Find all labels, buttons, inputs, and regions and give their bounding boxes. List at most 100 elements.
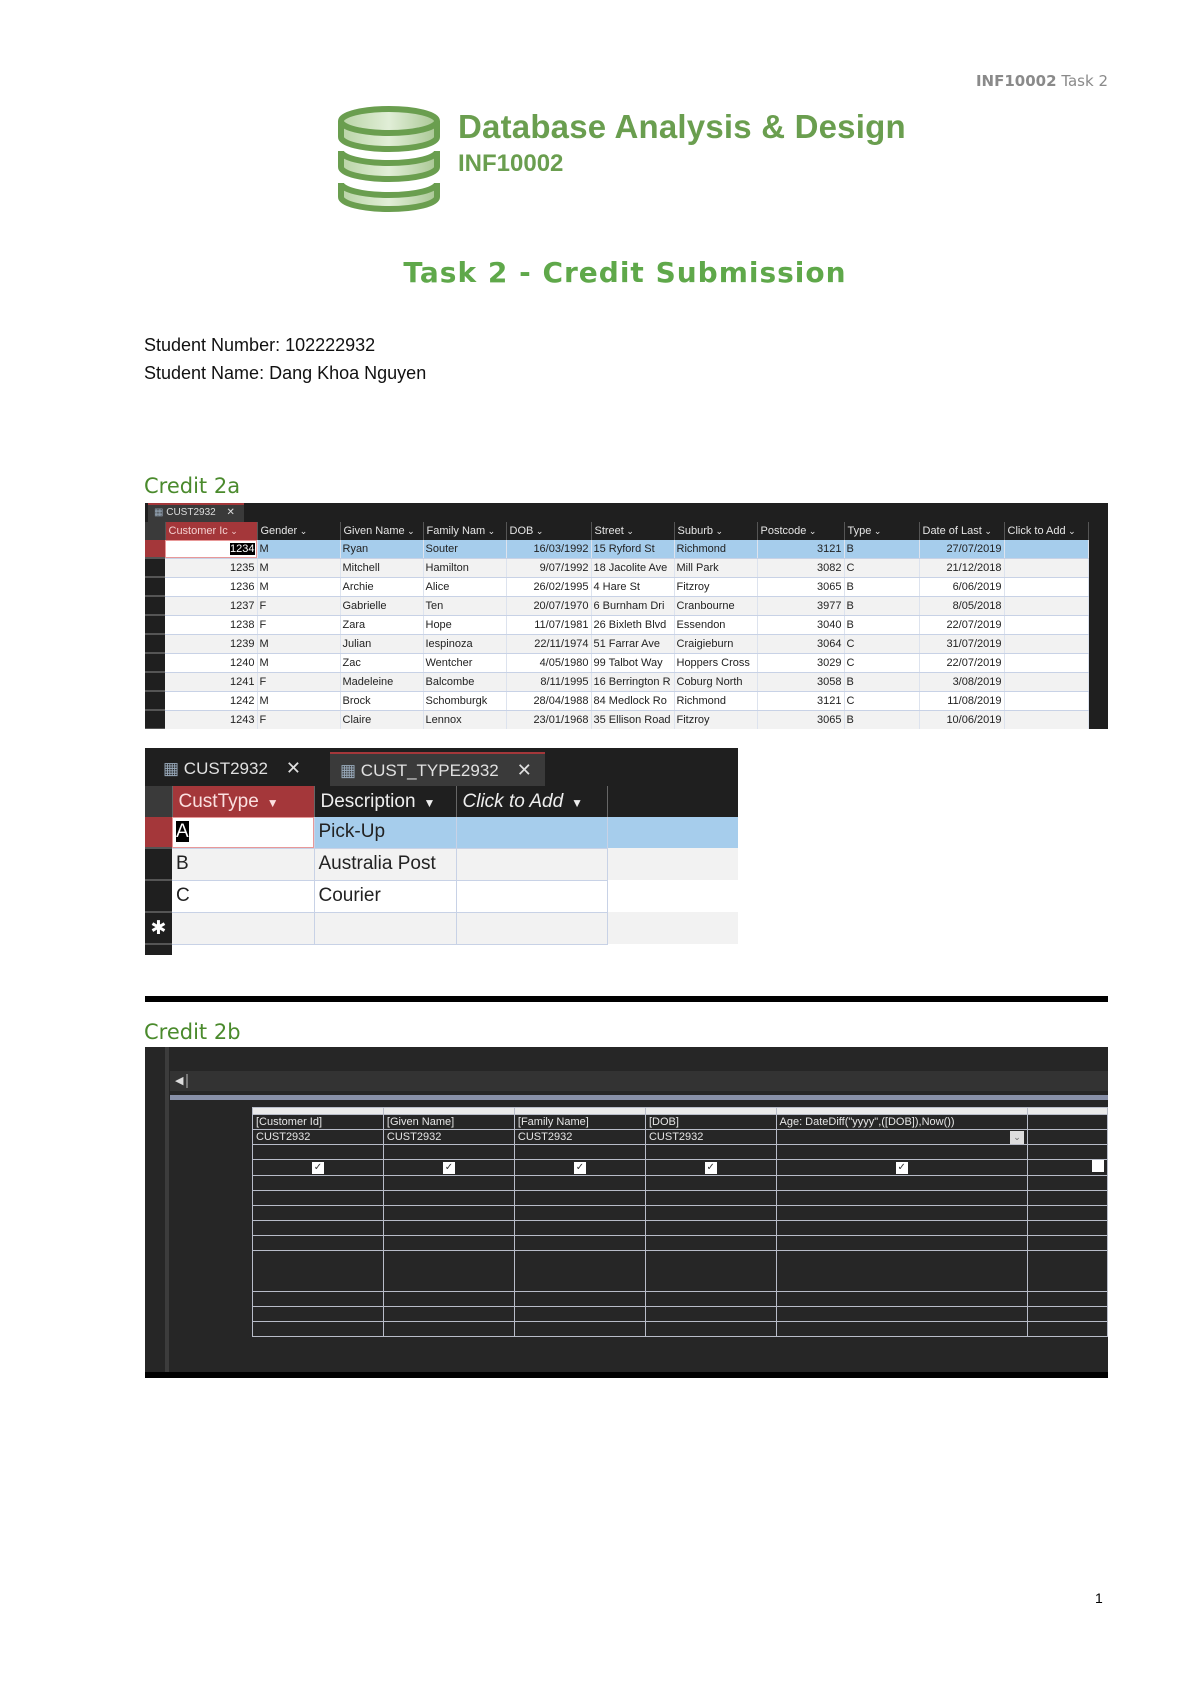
record-selector[interactable]: [145, 558, 165, 578]
record-selector[interactable]: [145, 596, 165, 616]
record-selector[interactable]: [145, 848, 172, 881]
grid-cell[interactable]: [1027, 1321, 1108, 1337]
cell-family-nam[interactable]: Ten: [423, 596, 507, 616]
cell-customer-ic[interactable]: 1238: [165, 615, 258, 635]
grid-cell[interactable]: [644, 1306, 777, 1322]
cell-gender[interactable]: M: [257, 558, 341, 578]
cell-postcode[interactable]: 3029: [757, 653, 845, 673]
grid-cell-criteria[interactable]: [252, 1175, 384, 1191]
cell-street[interactable]: 6 Burnham Dri: [591, 596, 675, 616]
cell-click-to-add[interactable]: [1004, 615, 1089, 635]
cell-dob[interactable]: 4/05/1980: [506, 653, 592, 673]
table-row[interactable]: 1242 M Brock Schomburgk 28/04/1988 84 Medlock…: [145, 691, 1089, 711]
grid-cell[interactable]: [252, 1205, 384, 1221]
cell-type[interactable]: C: [844, 653, 920, 673]
cell-dob[interactable]: 16/03/1992: [506, 540, 592, 559]
grid-cell[interactable]: [252, 1235, 384, 1251]
cell-click-to-add[interactable]: [456, 880, 608, 913]
cell-family-nam[interactable]: Hope: [423, 615, 507, 635]
column-selector[interactable]: [1027, 1107, 1108, 1115]
cell-click-to-add[interactable]: [1004, 691, 1089, 711]
dropdown-arrow-icon[interactable]: ⌄: [982, 526, 992, 536]
cell-custtype[interactable]: A: [172, 817, 315, 849]
cell-custtype[interactable]: [172, 912, 315, 945]
cell-click-to-add[interactable]: [1004, 540, 1089, 559]
grid-cell[interactable]: [644, 1250, 777, 1292]
grid-cell-field[interactable]: [Customer Id]: [252, 1114, 384, 1130]
cell-postcode[interactable]: 3065: [757, 577, 845, 597]
cell-gender[interactable]: F: [257, 672, 341, 692]
grid-cell[interactable]: [382, 1306, 515, 1322]
grid-cell[interactable]: [513, 1321, 646, 1337]
cell-customer-ic[interactable]: 1234: [165, 540, 258, 559]
cell-gender[interactable]: M: [257, 577, 341, 597]
grid-cell[interactable]: [1027, 1306, 1108, 1322]
record-selector[interactable]: [145, 691, 165, 711]
column-selector[interactable]: [252, 1107, 384, 1115]
grid-cell[interactable]: [775, 1321, 1028, 1337]
grid-cell[interactable]: [252, 1250, 384, 1292]
cell-family-nam[interactable]: Alice: [423, 577, 507, 597]
tab-cust2932[interactable]: ▦ CUST2932 ✕: [153, 752, 328, 786]
cell-postcode[interactable]: 3121: [757, 540, 845, 559]
cell-given-name[interactable]: Gabrielle: [340, 596, 424, 616]
dropdown-arrow-icon[interactable]: ⌄: [533, 526, 544, 536]
cell-customer-ic[interactable]: 1242: [165, 691, 258, 711]
cell-suburb[interactable]: Hoppers Cross: [674, 653, 758, 673]
cell-suburb[interactable]: Fitzroy: [674, 577, 758, 597]
cell-dob[interactable]: 26/02/1995: [506, 577, 592, 597]
cell-customer-ic[interactable]: 1241: [165, 672, 258, 692]
cell-postcode[interactable]: 3058: [757, 672, 845, 692]
table-row[interactable]: 1236 M Archie Alice 26/02/1995 4 Hare St Fitzr…: [145, 577, 1089, 597]
cell-gender[interactable]: F: [257, 615, 341, 635]
grid-cell[interactable]: [1027, 1235, 1108, 1251]
grid-cell-show[interactable]: [1027, 1159, 1108, 1176]
record-selector[interactable]: [145, 540, 165, 559]
grid-cell[interactable]: [252, 1306, 384, 1322]
cell-date-of-last[interactable]: 6/06/2019: [919, 577, 1005, 597]
column-header-dob[interactable]: DOB ⌄: [506, 522, 592, 540]
column-header-description[interactable]: Description ▼: [314, 786, 457, 817]
cell-given-name[interactable]: Claire: [340, 710, 424, 729]
cell-family-nam[interactable]: Hamilton: [423, 558, 507, 578]
cell-date-of-last[interactable]: 10/06/2019: [919, 710, 1005, 729]
cell-suburb[interactable]: Cranbourne: [674, 596, 758, 616]
cell-gender[interactable]: M: [257, 691, 341, 711]
cell-suburb[interactable]: Fitzroy: [674, 710, 758, 729]
cell-street[interactable]: 18 Jacolite Ave: [591, 558, 675, 578]
column-header-street[interactable]: Street ⌄: [591, 522, 675, 540]
cell-postcode[interactable]: 3064: [757, 634, 845, 654]
dropdown-arrow-icon[interactable]: ▼: [424, 796, 436, 810]
grid-cell[interactable]: [513, 1205, 646, 1221]
checkbox-checked[interactable]: ✓: [311, 1162, 324, 1174]
cell-given-name[interactable]: Archie: [340, 577, 424, 597]
table-row[interactable]: 1243 F Claire Lennox 23/01/1968 35 Ellison Ro…: [145, 710, 1089, 729]
cell-family-nam[interactable]: Lennox: [423, 710, 507, 729]
checkbox[interactable]: [1091, 1160, 1104, 1172]
dropdown-arrow-icon[interactable]: ⌄: [228, 526, 238, 536]
grid-cell-criteria[interactable]: [644, 1175, 777, 1191]
dropdown-arrow-icon[interactable]: ⌄: [485, 526, 496, 536]
cell-date-of-last[interactable]: 3/08/2019: [919, 672, 1005, 692]
scroll-thumb[interactable]: [186, 1074, 188, 1088]
cell-type[interactable]: C: [844, 558, 920, 578]
grid-cell-sort[interactable]: [644, 1144, 777, 1160]
cell-suburb[interactable]: Essendon: [674, 615, 758, 635]
cell-postcode[interactable]: 3082: [757, 558, 845, 578]
cell-type[interactable]: C: [844, 634, 920, 654]
grid-cell[interactable]: [644, 1235, 777, 1251]
grid-cell-table[interactable]: [1027, 1129, 1108, 1145]
scroll-left-icon[interactable]: ◀: [175, 1074, 183, 1087]
cell-type[interactable]: B: [844, 615, 920, 635]
table-row[interactable]: 1240 M Zac Wentcher 4/05/1980 99 Talbot Way Ho…: [145, 653, 1089, 673]
dropdown-arrow-icon[interactable]: ▼: [267, 796, 279, 810]
cell-dob[interactable]: 8/11/1995: [506, 672, 592, 692]
cell-click-to-add[interactable]: [1004, 653, 1089, 673]
grid-cell[interactable]: [382, 1291, 515, 1307]
grid-cell[interactable]: [252, 1321, 384, 1337]
cell-date-of-last[interactable]: 22/07/2019: [919, 653, 1005, 673]
cell-suburb[interactable]: Mill Park: [674, 558, 758, 578]
grid-cell-field[interactable]: [Family Name]: [513, 1114, 646, 1130]
cell-type[interactable]: B: [844, 577, 920, 597]
grid-cell-or[interactable]: [775, 1190, 1028, 1206]
